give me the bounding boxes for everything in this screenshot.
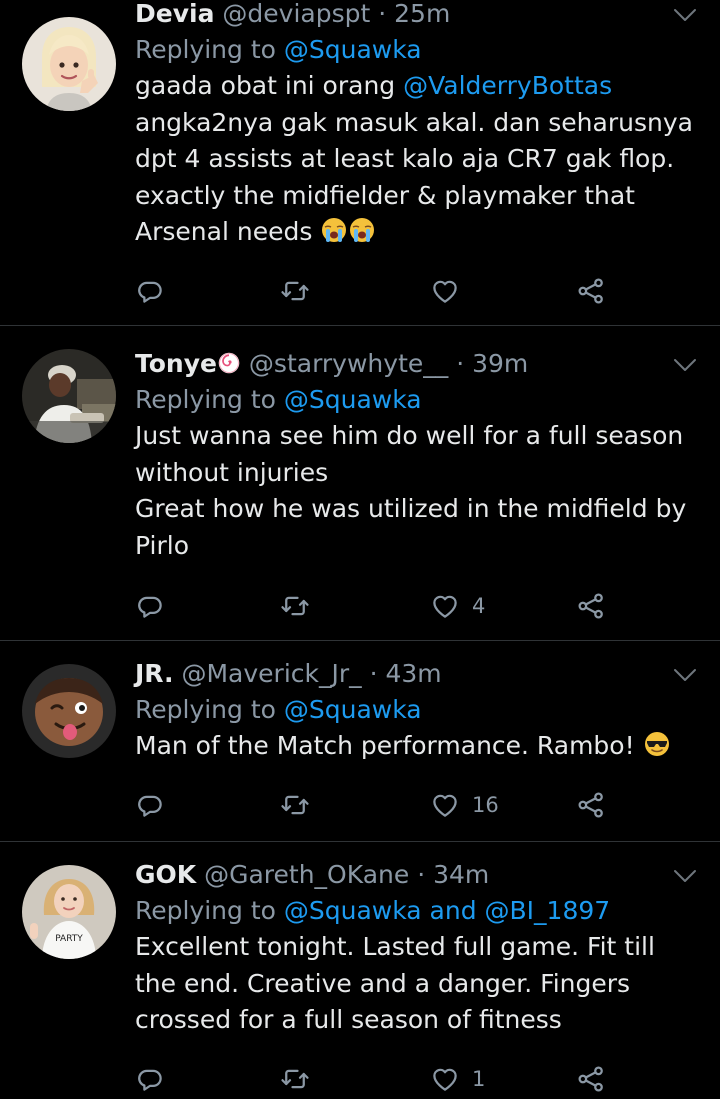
avatar[interactable] — [22, 349, 116, 443]
tweet-text: Just wanna see him do well for a full se… — [135, 418, 695, 564]
user-handle[interactable]: @deviapspt — [222, 0, 370, 28]
chevron-down-icon[interactable] — [672, 356, 698, 374]
tweet-actions: 1 — [135, 1059, 615, 1099]
retweet-button[interactable] — [280, 785, 310, 825]
replying-to-label: Replying to — [135, 896, 284, 925]
heart-icon — [430, 1064, 460, 1094]
shirt-print: PARTY — [55, 934, 83, 944]
share-button[interactable] — [576, 586, 606, 626]
chevron-down-icon[interactable] — [672, 6, 698, 24]
tweet-text-part: Excellent tonight. Lasted full game. Fit… — [135, 932, 655, 1034]
timestamp[interactable]: · 39m — [456, 349, 528, 378]
tweet-text: Man of the Match performance. Rambo! — [135, 728, 695, 765]
chevron-down-icon[interactable] — [672, 867, 698, 885]
timestamp[interactable]: · 43m — [370, 659, 442, 688]
divider — [0, 325, 720, 326]
retweet-icon — [280, 1064, 310, 1094]
chevron-down-icon[interactable] — [672, 666, 698, 684]
share-icon — [576, 1064, 606, 1094]
share-button[interactable] — [576, 1059, 606, 1099]
avatar[interactable] — [22, 664, 116, 758]
reply-button[interactable] — [135, 586, 165, 626]
tweet-header: Tonye @starrywhyte__ · 39m — [135, 346, 695, 382]
like-button[interactable]: 4 — [430, 586, 485, 626]
like-count: 16 — [472, 793, 499, 817]
display-name[interactable]: Tonye — [135, 349, 217, 378]
reply-button[interactable] — [135, 785, 165, 825]
replying-to: Replying to @Squawka — [135, 692, 695, 728]
mention-link[interactable]: @Squawka — [284, 695, 422, 724]
retweet-button[interactable] — [280, 1059, 310, 1099]
heart-icon — [430, 591, 460, 621]
retweet-button[interactable] — [280, 271, 310, 311]
retweet-icon — [280, 790, 310, 820]
timestamp[interactable]: · 34m — [417, 860, 489, 889]
avatar[interactable]: PARTY — [22, 865, 116, 959]
like-button[interactable]: 1 — [430, 1059, 485, 1099]
replying-to-label: Replying to — [135, 695, 284, 724]
display-name[interactable]: Devia — [135, 0, 214, 28]
tweet-text-part: Man of the Match performance. Rambo! — [135, 731, 635, 760]
retweet-button[interactable] — [280, 586, 310, 626]
tweet-text-part: gaada obat ini orang — [135, 71, 404, 100]
heart-icon — [430, 276, 460, 306]
timestamp[interactable]: · 25m — [378, 0, 450, 28]
tweet-text: Excellent tonight. Lasted full game. Fit… — [135, 929, 695, 1039]
tweet-header: JR. @Maverick_Jr_ · 43m — [135, 656, 695, 692]
replying-to: Replying to @Squawka and @BI_1897 — [135, 893, 695, 929]
mention-link[interactable]: @Squawka — [284, 35, 422, 64]
reply-icon — [135, 591, 165, 621]
share-button[interactable] — [576, 785, 606, 825]
like-count: 1 — [472, 1067, 486, 1091]
user-handle[interactable]: @starrywhyte__ — [249, 349, 448, 378]
like-count: 4 — [472, 594, 486, 618]
mention-link[interactable]: @Squawka — [284, 385, 422, 414]
divider — [0, 640, 720, 641]
tweet-text-part: angka2nya gak masuk akal. dan seharusnya… — [135, 107, 693, 247]
share-button[interactable] — [576, 271, 606, 311]
replying-to-label: Replying to — [135, 35, 284, 64]
tweet-text-line: Just wanna see him do well for a full se… — [135, 421, 684, 487]
heart-icon — [430, 790, 460, 820]
user-handle[interactable]: @Maverick_Jr_ — [181, 659, 361, 688]
reply-icon — [135, 790, 165, 820]
like-button[interactable]: 16 — [430, 785, 499, 825]
reply-feed: Devia @deviapspt · 25m Replying to @Squa… — [0, 0, 720, 1087]
share-icon — [576, 591, 606, 621]
tweet-actions — [135, 271, 615, 311]
share-icon — [576, 276, 606, 306]
tweet-header: Devia @deviapspt · 25m — [135, 0, 695, 32]
reply-icon — [135, 276, 165, 306]
display-name[interactable]: GOK — [135, 860, 196, 889]
tweet-text-line: Great how he was utilized in the midfiel… — [135, 494, 687, 560]
tweet-header: GOK @Gareth_OKane · 34m — [135, 857, 695, 893]
reply-icon — [135, 1064, 165, 1094]
loudly-crying-face-icon — [348, 216, 376, 244]
divider — [0, 841, 720, 842]
replying-to-label: Replying to — [135, 385, 284, 414]
mention-link[interactable]: @ValderryBottas — [403, 71, 612, 100]
tweet-text: gaada obat ini orang @ValderryBottas ang… — [135, 68, 695, 251]
reply-button[interactable] — [135, 1059, 165, 1099]
tweet-actions: 4 — [135, 586, 615, 626]
fish-cake-icon — [217, 351, 241, 375]
retweet-icon — [280, 276, 310, 306]
loudly-crying-face-icon — [320, 216, 348, 244]
display-name[interactable]: JR. — [135, 659, 174, 688]
replying-to: Replying to @Squawka — [135, 32, 695, 68]
like-button[interactable] — [430, 271, 472, 311]
share-icon — [576, 790, 606, 820]
mention-link[interactable]: @Squawka and @BI_1897 — [284, 896, 610, 925]
replying-to: Replying to @Squawka — [135, 382, 695, 418]
tweet-actions: 16 — [135, 785, 615, 825]
smiling-face-with-sunglasses-icon — [643, 730, 671, 758]
reply-button[interactable] — [135, 271, 165, 311]
user-handle[interactable]: @Gareth_OKane — [204, 860, 409, 889]
avatar[interactable] — [22, 17, 116, 111]
retweet-icon — [280, 591, 310, 621]
